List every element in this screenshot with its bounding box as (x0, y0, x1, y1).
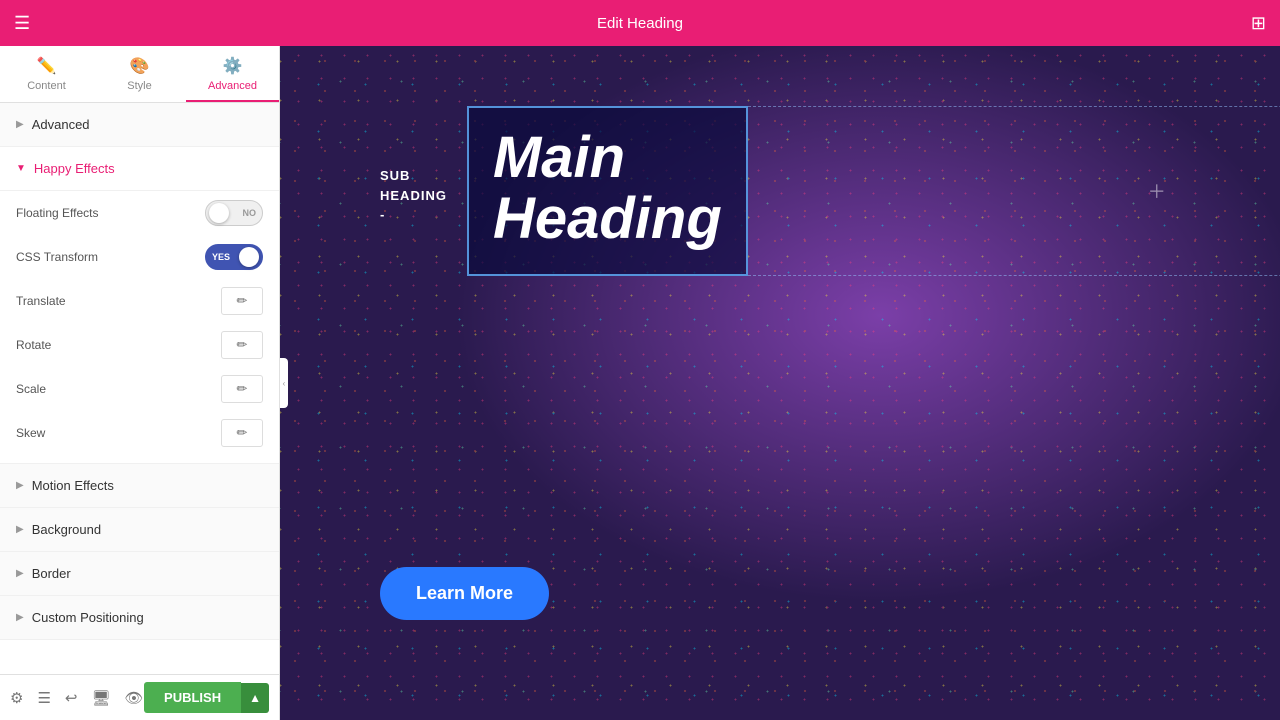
sub-heading: SUB HEADING - (380, 166, 447, 225)
rotate-edit-btn[interactable]: ✏ (221, 331, 263, 359)
skew-control: ✏ (221, 419, 263, 447)
tab-advanced-label: Advanced (208, 80, 257, 92)
rotate-label: Rotate (16, 338, 221, 352)
heading-box[interactable]: MainHeading ＋ (467, 106, 748, 276)
scale-row: Scale ✏ (0, 367, 279, 411)
bottom-icons: ⚙ ☰ ↩ 🖥 👁 (10, 689, 144, 707)
tab-style-label: Style (127, 80, 151, 92)
advanced-icon: ⚙️ (223, 56, 243, 76)
tab-content[interactable]: ✏️ Content (0, 46, 93, 102)
section-motion-label: Motion Effects (32, 478, 114, 493)
rotate-control: ✏ (221, 331, 263, 359)
chevron-custom: ▶ (16, 612, 24, 623)
settings-icon[interactable]: ⚙ (10, 689, 23, 707)
content-icon: ✏️ (37, 56, 57, 76)
floating-effects-label: Floating Effects (16, 206, 205, 220)
top-bar: ☰ Edit Heading ⊞ (0, 0, 1280, 46)
css-transform-toggle[interactable]: YES (205, 244, 263, 270)
section-border-label: Border (32, 566, 71, 581)
toggle-label-css: YES (212, 252, 230, 262)
toggle-label-floating: NO (243, 208, 257, 218)
translate-label: Translate (16, 294, 221, 308)
section-custom-positioning[interactable]: ▶ Custom Positioning (0, 596, 279, 640)
skew-label: Skew (16, 426, 221, 440)
learn-more-button[interactable]: Learn More (380, 567, 549, 620)
tab-style[interactable]: 🎨 Style (93, 46, 186, 102)
section-happy-effects-label: Happy Effects (34, 161, 115, 176)
toggle-thumb-floating (209, 203, 229, 223)
floating-effects-control: NO (205, 200, 263, 226)
section-background-label: Background (32, 522, 101, 537)
happy-effects-body: Floating Effects NO CSS Transform (0, 191, 279, 464)
publish-arrow-button[interactable]: ▲ (241, 683, 269, 713)
main-heading: MainHeading (493, 128, 722, 250)
sidebar: ✏️ Content 🎨 Style ⚙️ Advanced ▶ Advance… (0, 46, 280, 720)
style-icon: 🎨 (130, 56, 150, 76)
grid-icon[interactable]: ⊞ (1251, 13, 1266, 34)
rotate-row: Rotate ✏ (0, 323, 279, 367)
main-layout: ✏️ Content 🎨 Style ⚙️ Advanced ▶ Advance… (0, 46, 1280, 720)
css-transform-row: CSS Transform YES (0, 235, 279, 279)
canvas-content: SUB HEADING - MainHeading ＋ (380, 106, 748, 276)
bottom-bar: ⚙ ☰ ↩ 🖥 👁 PUBLISH ▲ (0, 674, 279, 720)
layers-icon[interactable]: ☰ (37, 689, 50, 707)
translate-edit-icon: ✏ (237, 293, 248, 309)
responsive-icon[interactable]: 🖥 (91, 689, 110, 707)
skew-edit-btn[interactable]: ✏ (221, 419, 263, 447)
chevron-motion: ▶ (16, 480, 24, 491)
scale-label: Scale (16, 382, 221, 396)
tab-content-label: Content (27, 80, 66, 92)
section-advanced[interactable]: ▶ Advanced (0, 103, 279, 147)
section-background[interactable]: ▶ Background (0, 508, 279, 552)
translate-control: ✏ (221, 287, 263, 315)
sidebar-bottom: ⚙ ☰ ↩ 🖥 👁 PUBLISH ▲ (0, 674, 279, 720)
section-happy-effects[interactable]: ▼ Happy Effects (0, 147, 279, 191)
publish-group: PUBLISH ▲ (144, 682, 269, 713)
toggle-thumb-css (239, 247, 259, 267)
resize-handle[interactable]: ‹ (280, 358, 288, 408)
chevron-advanced: ▶ (16, 119, 24, 130)
undo-icon[interactable]: ↩ (65, 689, 78, 707)
page-title: Edit Heading (597, 15, 683, 32)
canvas-row: SUB HEADING - MainHeading ＋ (380, 106, 748, 276)
scale-edit-btn[interactable]: ✏ (221, 375, 263, 403)
toggle-track-css: YES (205, 244, 263, 270)
skew-edit-icon: ✏ (237, 425, 248, 441)
menu-icon[interactable]: ☰ (14, 13, 30, 34)
publish-arrow-icon: ▲ (249, 691, 261, 705)
section-border[interactable]: ▶ Border (0, 552, 279, 596)
chevron-background: ▶ (16, 524, 24, 535)
scale-control: ✏ (221, 375, 263, 403)
chevron-border: ▶ (16, 568, 24, 579)
translate-edit-btn[interactable]: ✏ (221, 287, 263, 315)
css-transform-label: CSS Transform (16, 250, 205, 264)
scale-edit-icon: ✏ (237, 381, 248, 397)
css-transform-control: YES (205, 244, 263, 270)
skew-row: Skew ✏ (0, 411, 279, 455)
canvas-area[interactable]: ‹ SUB HEADING - MainHeading ＋ Learn More (280, 46, 1280, 720)
section-custom-label: Custom Positioning (32, 610, 144, 625)
section-advanced-label: Advanced (32, 117, 90, 132)
tab-advanced[interactable]: ⚙️ Advanced (186, 46, 279, 102)
preview-icon[interactable]: 👁 (125, 689, 144, 707)
rotate-edit-icon: ✏ (237, 337, 248, 353)
sidebar-content: ▶ Advanced ▼ Happy Effects Floating Effe… (0, 103, 279, 674)
floating-effects-toggle[interactable]: NO (205, 200, 263, 226)
chevron-happy-effects: ▼ (16, 163, 26, 174)
toggle-track-floating: NO (205, 200, 263, 226)
floating-effects-row: Floating Effects NO (0, 191, 279, 235)
translate-row: Translate ✏ (0, 279, 279, 323)
publish-button[interactable]: PUBLISH (144, 682, 241, 713)
section-motion-effects[interactable]: ▶ Motion Effects (0, 464, 279, 508)
tab-bar: ✏️ Content 🎨 Style ⚙️ Advanced (0, 46, 279, 103)
